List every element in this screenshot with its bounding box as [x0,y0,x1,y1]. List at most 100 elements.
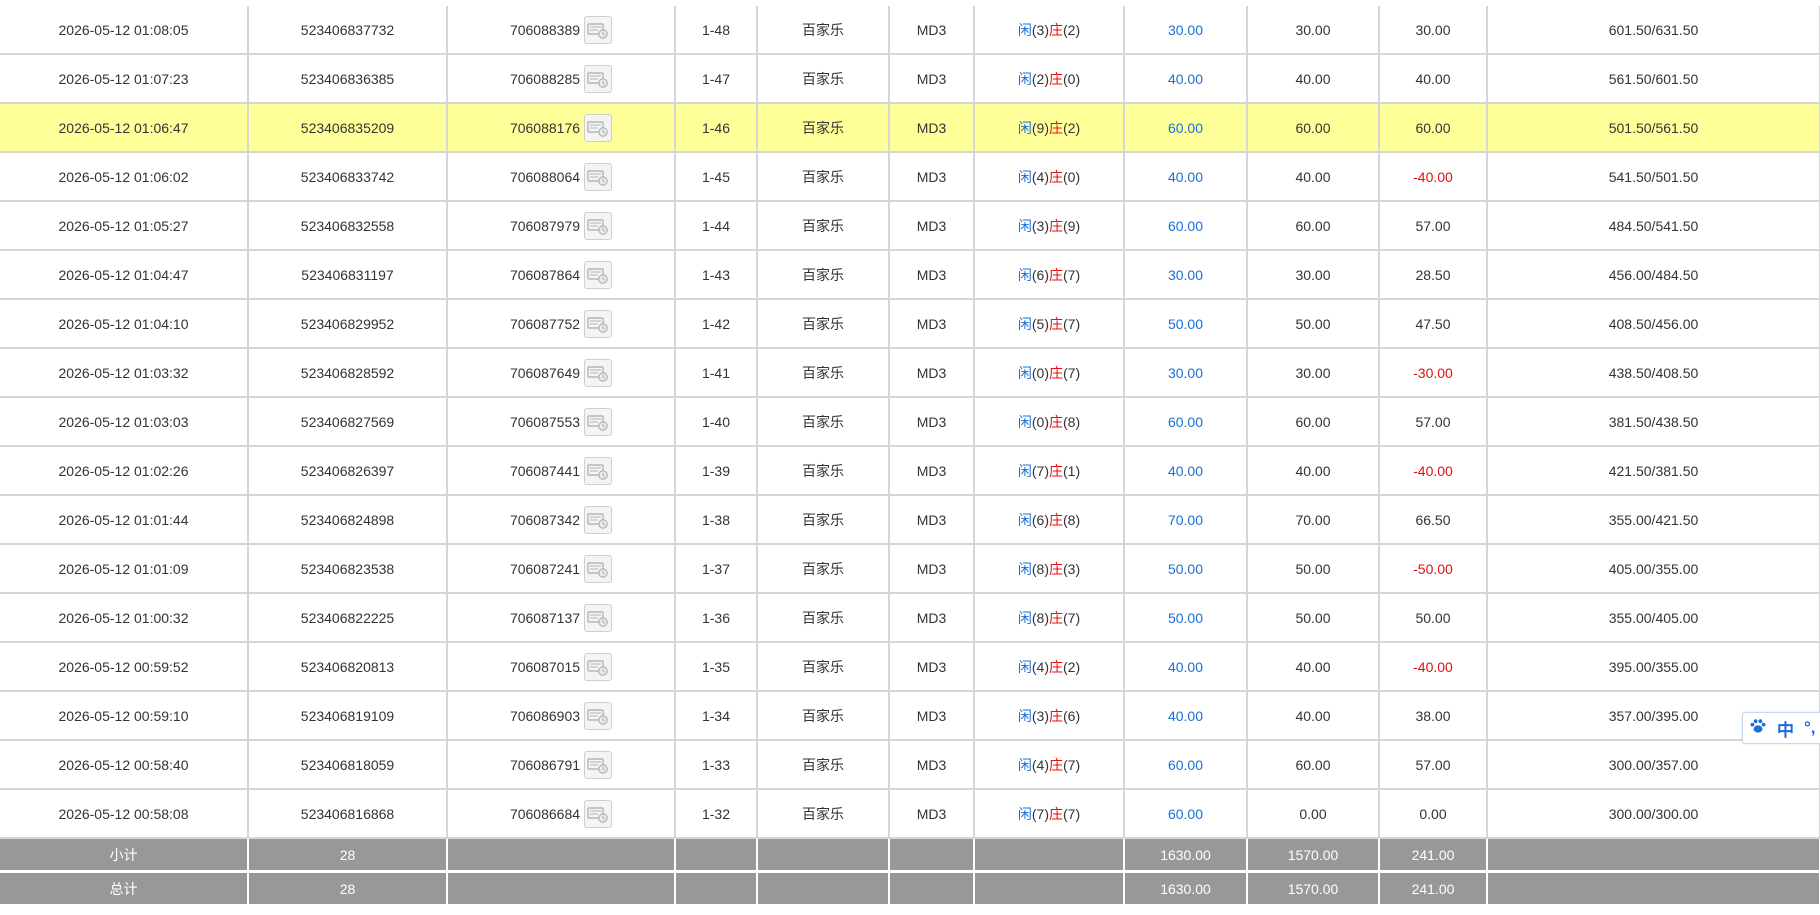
cell-result: 闲(6)庄(8) [974,495,1125,545]
player-label: 闲 [1017,119,1032,136]
cell-win: 57.00 [1379,201,1488,251]
round-id-text: 706087553 [509,413,581,430]
table-row: 2026-05-12 01:04:47 523406831197 706087864… [0,250,1820,300]
cell-round-id: 706087864 [447,250,676,300]
cell-table: MD3 [889,593,975,643]
player-label: 闲 [1017,168,1032,185]
player-value: (7) [1031,462,1049,479]
round-detail-icon[interactable] [584,260,613,289]
round-detail-icon[interactable] [584,603,613,632]
cell-table: MD3 [889,789,975,839]
round-detail-icon[interactable] [584,309,613,338]
cell-order-no: 523406828592 [248,348,448,398]
player-value: (5) [1031,315,1049,332]
round-detail-icon[interactable] [584,407,613,436]
banker-label: 庄 [1049,413,1063,430]
round-detail-icon[interactable] [584,554,613,583]
player-value: (0) [1031,413,1049,430]
total-win: 241.00 [1379,871,1488,907]
banker-label: 庄 [1049,168,1063,185]
cell-time: 2026-05-12 01:07:23 [0,54,249,104]
banker-value: (3) [1063,560,1081,577]
round-detail-icon[interactable] [584,358,613,387]
cell-valid-bet: 30.00 [1247,348,1380,398]
banker-value: (7) [1063,756,1081,773]
round-detail-icon[interactable] [584,505,613,534]
round-detail-icon[interactable] [584,15,613,44]
cell-round-id: 706087015 [447,642,676,692]
cell-time: 2026-05-12 01:06:47 [0,103,249,153]
cell-time: 2026-05-12 00:59:10 [0,691,249,741]
round-detail-icon[interactable] [584,64,613,93]
banker-label: 庄 [1049,756,1063,773]
cell-win: 57.00 [1379,740,1488,790]
total-count: 28 [248,838,448,873]
banker-label: 庄 [1049,511,1063,528]
ime-toolbar[interactable]: 中 °, [1742,712,1820,744]
cell-game: 百家乐 [757,299,890,349]
cell-shoe: 1-44 [675,201,758,251]
cell-win: 38.00 [1379,691,1488,741]
cell-table: MD3 [889,103,975,153]
table-row: 2026-05-12 01:06:47 523406835209 706088176… [0,103,1820,153]
cell-bet: 60.00 [1124,397,1248,447]
cell-round-id: 706086903 [447,691,676,741]
cell-time: 2026-05-12 00:58:40 [0,740,249,790]
round-id-text: 706088285 [509,70,581,87]
cell-balance: 395.00/355.00 [1487,642,1820,692]
round-detail-icon[interactable] [584,456,613,485]
round-detail-icon[interactable] [584,750,613,779]
cell-game: 百家乐 [757,250,890,300]
round-detail-icon[interactable] [584,652,613,681]
cell-valid-bet: 30.00 [1247,6,1380,55]
banker-label: 庄 [1049,658,1063,675]
total-empty [447,838,676,873]
cell-win: 66.50 [1379,495,1488,545]
player-label: 闲 [1017,511,1032,528]
cell-order-no: 523406836385 [248,54,448,104]
cell-table: MD3 [889,740,975,790]
total-empty [1487,871,1820,907]
cell-shoe: 1-43 [675,250,758,300]
round-detail-icon[interactable] [584,799,613,828]
ime-punctuation-toggle[interactable]: °, [1804,718,1816,738]
round-detail-icon[interactable] [584,113,613,142]
round-detail-icon[interactable] [584,211,613,240]
cell-bet: 40.00 [1124,642,1248,692]
cell-valid-bet: 40.00 [1247,642,1380,692]
cell-time: 2026-05-12 01:03:32 [0,348,249,398]
round-id-text: 706087979 [509,217,581,234]
total-count: 28 [248,871,448,907]
cell-win: 28.50 [1379,250,1488,300]
cell-game: 百家乐 [757,201,890,251]
cell-table: MD3 [889,299,975,349]
banker-value: (7) [1063,364,1081,381]
cell-result: 闲(4)庄(0) [974,152,1125,202]
round-detail-icon[interactable] [584,701,613,730]
cell-bet: 60.00 [1124,103,1248,153]
cell-valid-bet: 50.00 [1247,593,1380,643]
cell-order-no: 523406835209 [248,103,448,153]
banker-label: 庄 [1049,707,1063,724]
cell-bet: 30.00 [1124,348,1248,398]
cell-time: 2026-05-12 00:58:08 [0,789,249,839]
banker-label: 庄 [1049,70,1063,87]
round-detail-icon[interactable] [584,162,613,191]
paw-icon[interactable] [1749,717,1767,740]
cell-balance: 355.00/405.00 [1487,593,1820,643]
cell-valid-bet: 40.00 [1247,691,1380,741]
cell-balance: 484.50/541.50 [1487,201,1820,251]
player-label: 闲 [1017,756,1032,773]
cell-game: 百家乐 [757,348,890,398]
cell-balance: 601.50/631.50 [1487,6,1820,55]
round-id-text: 706088389 [509,21,581,38]
player-value: (4) [1031,168,1049,185]
cell-win: 57.00 [1379,397,1488,447]
cell-order-no: 523406832558 [248,201,448,251]
banker-label: 庄 [1049,462,1063,479]
table-body: 2026-05-12 01:08:05 523406837732 706088389… [0,6,1820,839]
ime-language-toggle[interactable]: 中 [1777,716,1794,741]
cell-valid-bet: 60.00 [1247,103,1380,153]
cell-game: 百家乐 [757,152,890,202]
round-id-text: 706088064 [509,168,581,185]
